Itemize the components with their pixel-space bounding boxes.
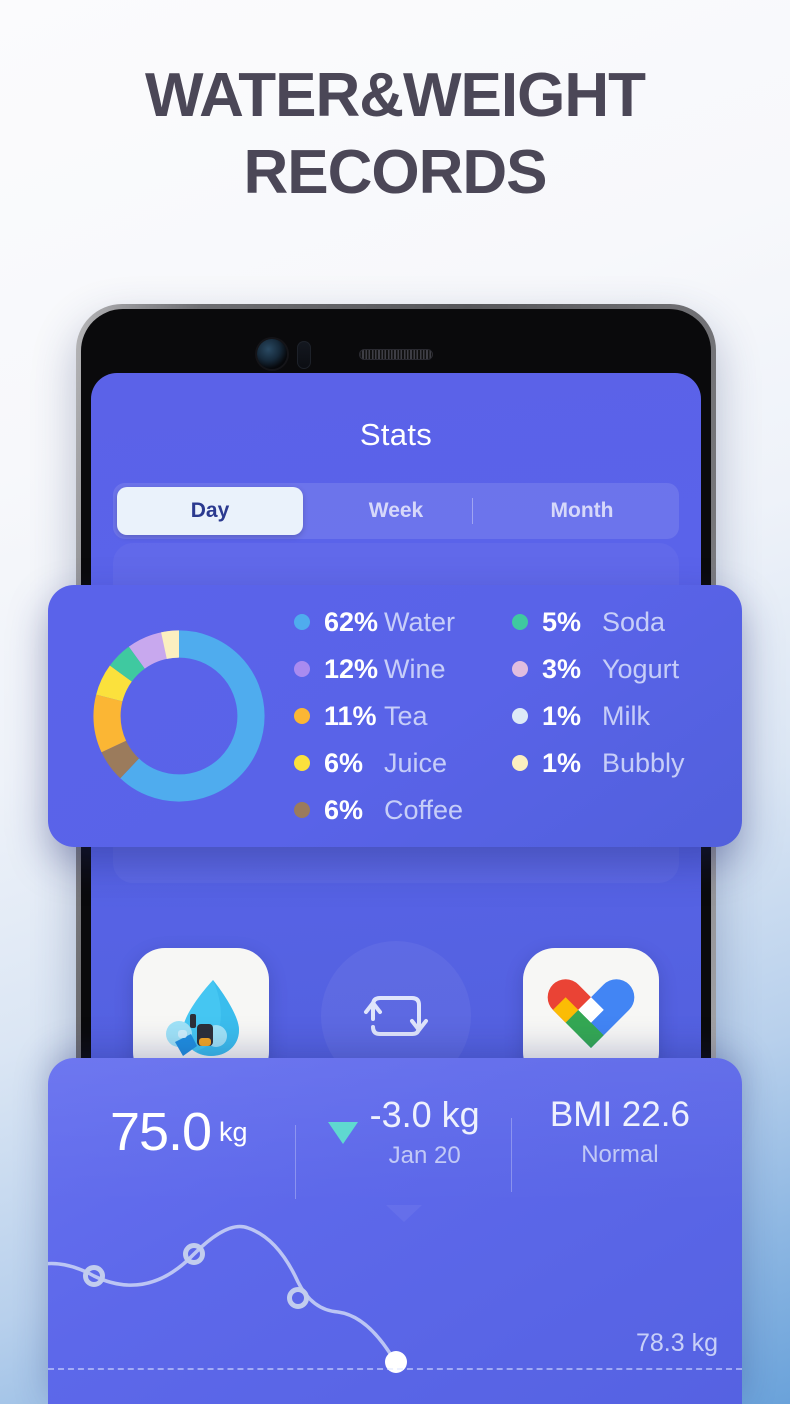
title-line-1: WATER&WEIGHT [144,61,646,130]
legend-dot-wine [294,661,310,677]
list-item: 3% Yogurt [512,646,716,693]
legend-label-soda: Soda [602,606,666,637]
legend-dot-tea [294,708,310,724]
tab-week[interactable]: Week [303,487,489,535]
list-item: 62% Water [294,599,498,646]
bmi-value: BMI 22.6 [549,1095,690,1134]
page-title: WATER&WEIGHT RECORDS [0,65,790,207]
list-item: 1% Bubbly [512,740,716,787]
weight-change-cell[interactable]: -3.0 kg Jan 20 [296,1094,512,1192]
legend-dot-juice [294,755,310,771]
bmi-status: Normal [581,1141,659,1168]
legend-dot-coffee [294,802,310,818]
period-segmented-control[interactable]: Day Week Month [113,483,679,539]
earpiece-speaker-icon [359,349,433,360]
current-weight-unit: kg [219,1116,248,1147]
bmi-stack: BMI 22.6 Normal [550,1095,690,1169]
legend-pct-bubbly: 1% [542,747,582,778]
segment-divider [472,498,474,524]
proximity-sensor-icon [297,341,311,369]
drink-legend: 62% Water 12% Wine 11% Tea 6% Juice 6% C… [284,599,716,834]
goal-weight-label: 78.3 kg [635,1329,718,1357]
tooltip-pointer [386,1205,422,1222]
legend-label-tea: Tea [384,700,428,731]
list-item: 11% Tea [294,693,498,740]
weight-chart-svg [48,1224,407,1373]
weight-change-value: -3.0 kg [369,1094,480,1135]
weight-summary-row: 75.0 kg -3.0 kg Jan 20 BMI 22.6 Normal [48,1058,742,1206]
legend-column-right: 5% Soda 3% Yogurt 1% Milk 1% Bubbly [498,599,716,834]
legend-label-yogurt: Yogurt [602,653,680,684]
weight-change-stack: -3.0 kg Jan 20 [370,1094,480,1170]
legend-pct-milk: 1% [542,700,582,731]
legend-pct-water: 62% [324,606,379,637]
tab-month[interactable]: Month [489,487,675,535]
current-weight-value: 75.0 [109,1102,212,1162]
legend-pct-juice: 6% [324,747,364,778]
legend-pct-coffee: 6% [324,794,364,825]
legend-pct-yogurt: 3% [542,653,582,684]
slice-bubbly [93,630,265,802]
legend-pct-tea: 11% [324,700,377,731]
sync-arrows-icon [364,996,428,1036]
list-item: 1% Milk [512,693,716,740]
legend-dot-yogurt [512,661,528,677]
screen-title: Stats [359,417,433,452]
legend-label-bubbly: Bubbly [602,747,685,778]
list-item: 5% Soda [512,599,716,646]
trend-down-icon [327,1122,358,1144]
legend-label-coffee: Coffee [384,794,464,825]
weight-summary-card: 75.0 kg -3.0 kg Jan 20 BMI 22.6 Normal 7… [48,1058,742,1404]
legend-label-milk: Milk [602,700,650,731]
title-line-2: RECORDS [243,137,547,207]
tab-day[interactable]: Day [117,487,303,535]
legend-dot-bubbly [512,755,528,771]
legend-column-left: 62% Water 12% Wine 11% Tea 6% Juice 6% C… [294,599,498,834]
data-point [287,1287,309,1309]
list-item: 6% Juice [294,740,498,787]
weight-line-chart[interactable]: 78.3 kg [48,1205,742,1404]
current-weight-cell[interactable]: 75.0 kg [62,1101,296,1199]
drink-stats-card: 62% Water 12% Wine 11% Tea 6% Juice 6% C… [48,585,742,847]
legend-pct-wine: 12% [324,653,379,684]
legend-dot-water [294,614,310,630]
legend-label-juice: Juice [384,747,448,778]
weight-trend-line [48,1224,396,1362]
goal-reference-line [48,1368,742,1370]
legend-pct-soda: 5% [542,606,582,637]
donut-chart [74,621,284,811]
legend-dot-soda [512,614,528,630]
bmi-cell[interactable]: BMI 22.6 Normal [512,1095,728,1169]
legend-label-wine: Wine [384,653,446,684]
legend-label-water: Water [384,606,456,637]
list-item: 12% Wine [294,646,498,693]
weight-change-date: Jan 20 [388,1142,461,1169]
donut-chart-svg [93,630,265,802]
legend-dot-milk [512,708,528,724]
front-camera-icon [257,339,287,369]
list-item: 6% Coffee [294,787,498,834]
phone-notch-area [91,317,701,373]
